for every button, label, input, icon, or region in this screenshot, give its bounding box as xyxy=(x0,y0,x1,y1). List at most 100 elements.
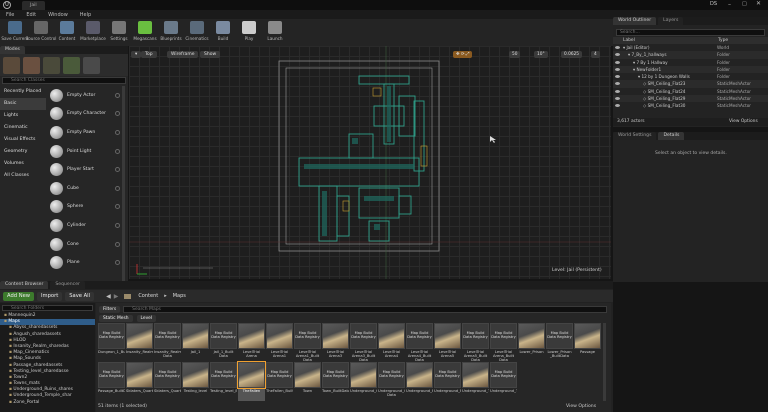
asset-tile[interactable]: Map Build Data Registry LevelTrial Arena_… xyxy=(490,323,517,362)
placeable-item-empty-actor[interactable]: Empty Actor xyxy=(48,86,120,105)
placeable-item-plane[interactable]: Plane xyxy=(48,253,120,272)
play-button[interactable]: Play xyxy=(236,19,262,46)
category-cinematic[interactable]: Cinematic xyxy=(0,122,46,134)
visibility-eye-icon[interactable] xyxy=(615,89,620,93)
visibility-eye-icon[interactable] xyxy=(615,97,620,101)
visibility-eye-icon[interactable] xyxy=(615,60,620,64)
outliner-row[interactable]: ▾ 7_By_1_hallways Folder xyxy=(613,51,768,59)
menu-file[interactable]: File xyxy=(0,12,20,18)
settings-button[interactable]: Settings xyxy=(106,19,132,46)
asset-view-options[interactable]: View Options xyxy=(566,404,596,409)
blueprints-button[interactable]: Blueprints xyxy=(158,19,184,46)
scrollbar[interactable] xyxy=(122,86,125,282)
place-mode-icon[interactable] xyxy=(3,56,20,74)
asset-tile[interactable]: Jail_1 xyxy=(182,323,209,361)
help-icon[interactable] xyxy=(115,92,120,98)
import-button[interactable]: Import xyxy=(37,291,63,301)
asset-tile[interactable]: Lower_Prison xyxy=(518,323,545,361)
megascans-button[interactable]: Megascans xyxy=(132,19,158,46)
asset-tile[interactable]: Passage xyxy=(574,323,601,361)
asset-tile[interactable]: Map Build Data Registry LevelTrial Arena5… xyxy=(462,323,489,362)
asset-tile[interactable]: LevelTrial Arena xyxy=(238,323,265,361)
launch-button[interactable]: Launch xyxy=(262,19,288,46)
help-icon[interactable] xyxy=(115,222,120,228)
breadcrumb-content[interactable]: Content xyxy=(138,293,158,299)
filters-button[interactable]: Filters xyxy=(99,305,121,313)
visibility-eye-icon[interactable] xyxy=(615,53,620,57)
asset-tile[interactable]: Testing_level xyxy=(182,362,209,400)
user-badge[interactable]: DS xyxy=(710,1,717,7)
visibility-eye-icon[interactable] xyxy=(615,67,620,71)
asset-tile[interactable]: Sklaters_Quarters xyxy=(126,362,153,400)
source-control-button[interactable]: Source Control xyxy=(26,19,56,46)
asset-tile[interactable]: Map Build Data RegistryInsanity_Realm_Bu… xyxy=(154,323,181,361)
content-button[interactable]: Content xyxy=(54,19,80,46)
search-folders-input[interactable]: Search Folders xyxy=(2,305,93,311)
filter-chip-level[interactable]: Level xyxy=(136,315,157,322)
asset-tile[interactable]: Insanity_Realm xyxy=(126,323,153,361)
help-icon[interactable] xyxy=(115,204,120,210)
help-icon[interactable] xyxy=(115,241,120,247)
geometry-mode-icon[interactable] xyxy=(83,56,100,74)
visibility-eye-icon[interactable] xyxy=(615,104,620,108)
help-icon[interactable] xyxy=(115,260,120,266)
asset-tile[interactable]: LevelTrial Arena5 xyxy=(434,323,461,361)
category-basic[interactable]: Basic xyxy=(0,98,46,110)
asset-tile[interactable]: Map Build Data Registry Town_BuiltData xyxy=(322,362,349,400)
visibility-eye-icon[interactable] xyxy=(615,75,620,79)
category-volumes[interactable]: Volumes xyxy=(0,158,46,170)
breadcrumb-maps[interactable]: Maps xyxy=(173,293,186,299)
outliner-row[interactable]: ◇ SM_Ceiling_Flat30 StaticMeshActor xyxy=(613,102,768,109)
asset-scrollbar[interactable] xyxy=(603,323,606,401)
tab-sequencer[interactable]: Sequencer xyxy=(50,281,85,289)
asset-tile[interactable]: Town xyxy=(294,362,321,400)
asset-tile[interactable]: Map Build Data Registry Jail_1_Built Data xyxy=(210,323,237,361)
document-tab[interactable]: Jail xyxy=(22,1,45,10)
maximize-icon[interactable]: □ xyxy=(742,1,747,7)
cinematics-button[interactable]: Cinematics xyxy=(184,19,210,46)
tab-content-browser[interactable]: Content Browser xyxy=(0,281,49,289)
placeable-item-sphere[interactable]: Sphere xyxy=(48,198,120,217)
asset-tile[interactable]: Map Build Data Registry Lower_Prison _Bui… xyxy=(546,323,573,361)
placeable-item-cube[interactable]: Cube xyxy=(48,179,120,198)
menu-help[interactable]: Help xyxy=(74,12,97,18)
asset-tile[interactable]: Map Build Data RegistryUnderground_Ruins… xyxy=(434,362,461,400)
outliner-row[interactable]: ◇ SM_Ceiling_Flat24 StaticMeshActor xyxy=(613,88,768,95)
save-current-button[interactable]: Save Current xyxy=(1,19,29,46)
column-label[interactable]: Label xyxy=(623,38,635,43)
asset-tile[interactable]: TheFallen xyxy=(237,361,266,401)
tab-layers[interactable]: Layers xyxy=(658,17,684,25)
category-visual-effects[interactable]: Visual Effects xyxy=(0,134,46,146)
tab-world-settings[interactable]: World Settings xyxy=(613,132,657,140)
outliner-search-input[interactable]: Search... xyxy=(616,29,765,36)
tab-details[interactable]: Details xyxy=(658,132,685,140)
back-icon[interactable]: ◀ xyxy=(106,293,111,300)
asset-tile[interactable]: Underground_Crypt xyxy=(350,362,377,400)
paint-mode-icon[interactable] xyxy=(23,56,40,74)
asset-tile[interactable]: Map Build Data RegistryUnderground_Crypt… xyxy=(378,362,405,400)
build-button[interactable]: Build xyxy=(210,19,236,46)
minimize-icon[interactable]: – xyxy=(728,1,731,8)
asset-tile[interactable]: Map Build Data RegistryDungeon_1_BuiltDa… xyxy=(98,323,125,361)
asset-tile[interactable]: Map Build Data RegistrySklaters_Quarters… xyxy=(154,362,181,400)
placeable-item-player-start[interactable]: Player Start xyxy=(48,160,120,179)
visibility-eye-icon[interactable] xyxy=(615,82,620,86)
category-recently-placed[interactable]: Recently Placed xyxy=(0,86,46,98)
help-icon[interactable] xyxy=(115,148,120,154)
search-classes-input[interactable]: Search Classes xyxy=(2,77,126,84)
outliner-view-options[interactable]: View Options xyxy=(729,119,758,124)
help-icon[interactable] xyxy=(115,129,120,135)
asset-tile[interactable]: Map Build Data RegistryTheFallen_BuiltDa… xyxy=(266,362,293,400)
placeable-item-cylinder[interactable]: Cylinder xyxy=(48,216,120,235)
asset-tile[interactable]: Map Build Data Registry LevelTrial Arena4… xyxy=(406,323,433,362)
placeable-item-point-light[interactable]: Point Light xyxy=(48,142,120,161)
category-lights[interactable]: Lights xyxy=(0,110,46,122)
forward-icon[interactable]: ▶ xyxy=(114,293,119,300)
tab-modes[interactable]: Modes xyxy=(0,46,25,54)
outliner-row[interactable]: ▾ 12 by 1 Dungeon Walls Folder xyxy=(613,73,768,80)
asset-tile[interactable]: Map Build Data Registry LevelTrial Arena3… xyxy=(350,323,377,362)
folder-item[interactable]: ▪ Zone_Portal xyxy=(0,400,95,406)
search-assets-input[interactable]: Search Maps xyxy=(123,305,607,313)
visibility-eye-icon[interactable] xyxy=(615,46,620,49)
asset-tile[interactable]: Map Build Data Registry LevelTrial Arena1… xyxy=(294,323,321,362)
